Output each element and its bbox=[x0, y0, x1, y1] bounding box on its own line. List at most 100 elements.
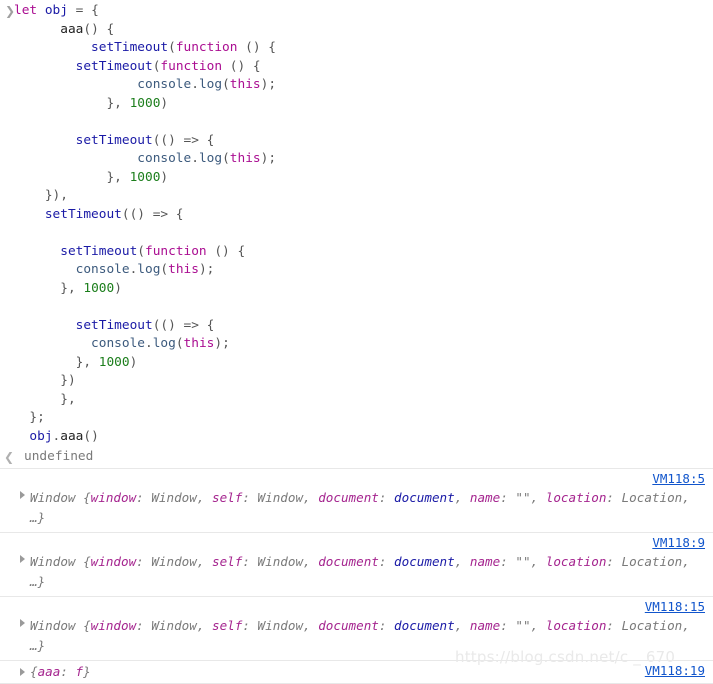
console-log-row[interactable]: VM118:5 Window {window: Window, self: Win… bbox=[0, 468, 713, 532]
code-token: aaa bbox=[60, 428, 84, 444]
log-token: Window bbox=[257, 618, 304, 633]
log-token: , bbox=[196, 618, 213, 633]
log-token: "" bbox=[515, 554, 531, 569]
source-location-link[interactable]: VM118:9 bbox=[652, 535, 705, 550]
log-token: document bbox=[394, 490, 455, 505]
console-log-list: VM118:5 Window {window: Window, self: Win… bbox=[0, 468, 713, 684]
log-token: : bbox=[500, 618, 516, 633]
log-token: : bbox=[136, 490, 152, 505]
code-token: log bbox=[198, 151, 223, 166]
log-token: document bbox=[394, 554, 455, 569]
code-line: console.log(this); bbox=[14, 261, 713, 280]
code-token: setTimeout bbox=[75, 317, 153, 333]
log-token: : bbox=[60, 664, 76, 679]
code-token: ) bbox=[160, 95, 169, 111]
log-token: "" bbox=[515, 618, 531, 633]
code-line: console.log(this); bbox=[14, 76, 713, 95]
console-command-code[interactable]: let obj = { aaa() { setTimeout(function … bbox=[0, 2, 713, 446]
log-token: name bbox=[469, 490, 501, 505]
log-token: , bbox=[454, 490, 470, 505]
code-line: setTimeout(() => { bbox=[14, 317, 713, 336]
log-token: } bbox=[83, 664, 91, 679]
log-token: , bbox=[196, 490, 213, 505]
code-token: setTimeout bbox=[75, 132, 153, 148]
code-line: }, 1000) bbox=[14, 169, 713, 188]
code-token: }, bbox=[75, 354, 99, 370]
log-token: f bbox=[75, 664, 84, 679]
log-token: window bbox=[90, 618, 137, 633]
code-token: console bbox=[91, 336, 145, 351]
code-token: log bbox=[137, 262, 161, 277]
console-log-row[interactable]: VM118:15 Window {window: Window, self: Wi… bbox=[0, 596, 713, 660]
code-token: ); bbox=[260, 151, 277, 166]
log-token: , bbox=[530, 490, 546, 505]
log-token: : bbox=[136, 554, 152, 569]
log-token: , bbox=[303, 554, 319, 569]
log-token: } bbox=[37, 638, 46, 653]
code-token: 1000 bbox=[83, 280, 115, 296]
source-location-link[interactable]: VM118:5 bbox=[652, 471, 705, 486]
log-token: : bbox=[242, 490, 258, 505]
log-token: : bbox=[606, 490, 622, 505]
code-token: }, bbox=[60, 280, 84, 296]
code-token: }, bbox=[106, 169, 130, 185]
log-token: name bbox=[469, 554, 501, 569]
log-token: Window bbox=[257, 554, 304, 569]
code-token: console bbox=[137, 77, 192, 92]
code-token: }, bbox=[60, 391, 76, 407]
expand-triangle-icon[interactable] bbox=[20, 619, 25, 627]
console-command-entry[interactable]: ❯ let obj = { aaa() { setTimeout(functio… bbox=[0, 0, 713, 446]
console-log-row[interactable]: VM118:19 {aaa: f} bbox=[0, 660, 713, 684]
code-token: setTimeout bbox=[75, 58, 153, 74]
code-line: console.log(this); bbox=[14, 335, 713, 354]
console-log-row[interactable]: VM118:9 Window {window: Window, self: Win… bbox=[0, 532, 713, 596]
log-message-text: Window {window: Window, self: Window, do… bbox=[0, 471, 713, 528]
log-token: , bbox=[303, 490, 319, 505]
result-chevron-left-icon: ❮ bbox=[4, 450, 15, 464]
log-token: "" bbox=[515, 490, 531, 505]
log-token: : bbox=[378, 554, 395, 569]
code-token: console bbox=[75, 262, 130, 277]
code-token: ); bbox=[214, 336, 230, 351]
log-token: , bbox=[454, 618, 470, 633]
log-token: aaa bbox=[37, 664, 61, 679]
code-token: (() => { bbox=[152, 317, 215, 333]
code-token: 1000 bbox=[129, 169, 161, 185]
source-location-link[interactable]: VM118:19 bbox=[645, 663, 705, 678]
code-token: }; bbox=[29, 410, 45, 425]
code-token: setTimeout bbox=[44, 206, 122, 222]
code-token: setTimeout bbox=[91, 40, 169, 55]
log-token: Window bbox=[151, 618, 197, 633]
code-token: () { bbox=[222, 58, 261, 74]
code-token: function bbox=[160, 58, 223, 74]
code-token: ) bbox=[114, 280, 122, 296]
prompt-chevron-right-icon: ❯ bbox=[4, 4, 16, 18]
log-token: window bbox=[90, 490, 137, 505]
log-token: location bbox=[545, 490, 607, 505]
code-token: ) bbox=[129, 354, 138, 370]
code-line: setTimeout(function () { bbox=[14, 58, 713, 77]
expand-triangle-icon[interactable] bbox=[20, 491, 25, 499]
log-token: } bbox=[37, 574, 46, 589]
code-token: ) bbox=[160, 169, 169, 185]
log-token: document bbox=[318, 490, 379, 505]
code-line: }, 1000) bbox=[14, 95, 713, 114]
source-location-link[interactable]: VM118:15 bbox=[645, 599, 705, 614]
expand-triangle-icon[interactable] bbox=[20, 555, 25, 563]
code-token: log bbox=[152, 336, 176, 351]
